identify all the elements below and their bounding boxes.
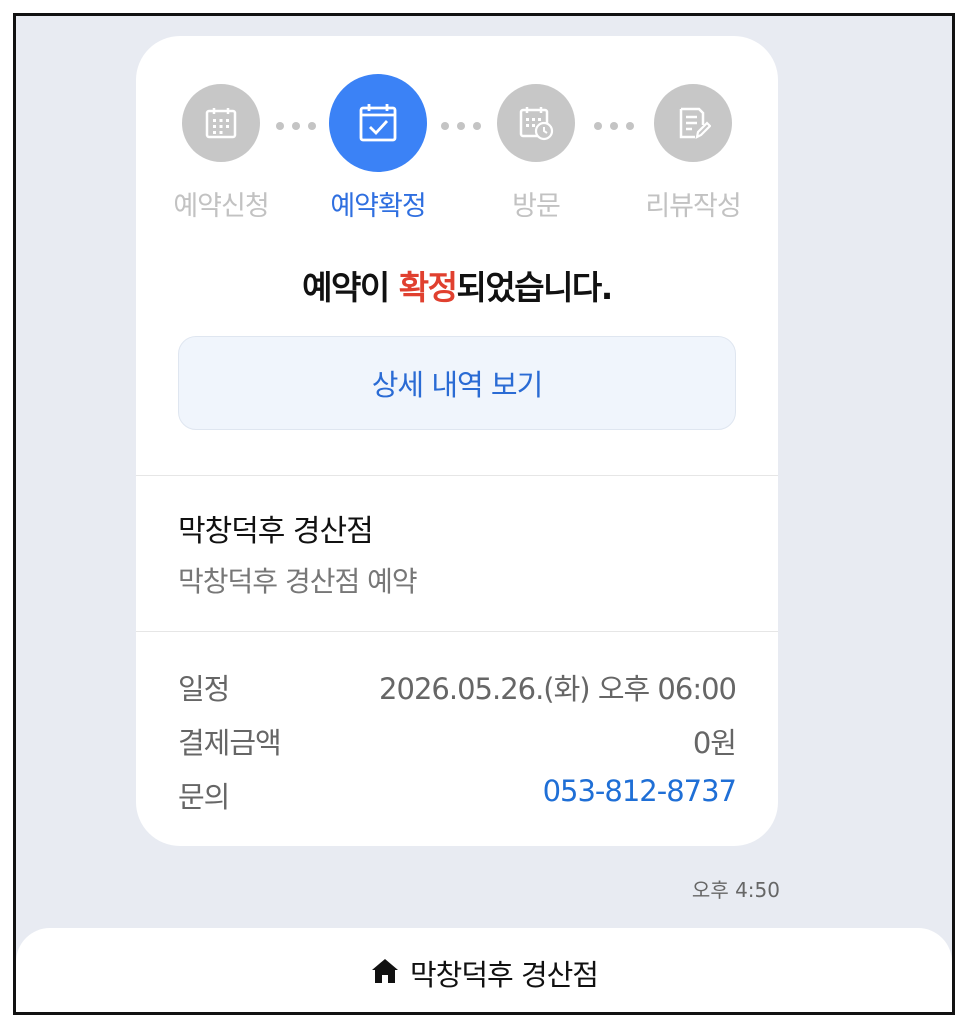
step-label: 예약확정	[330, 191, 426, 222]
view-details-button[interactable]: 상세 내역 보기	[178, 336, 736, 430]
message-timestamp: 오후 4:50	[691, 878, 780, 902]
step-write-review: 리뷰작성	[613, 84, 773, 223]
calendar-clock-icon	[497, 84, 575, 162]
home-icon	[370, 957, 400, 989]
schedule-label: 일정	[178, 672, 230, 706]
store-home-label: 막창덕후 경산점	[410, 958, 599, 992]
contact-label: 문의	[178, 780, 230, 814]
schedule-row: 일정 2026.05.26.(화) 오후 06:00	[178, 666, 737, 706]
step-label: 방문	[512, 191, 561, 222]
step-reservation-request: 예약신청	[141, 84, 301, 223]
reservation-card: 예약신청 예약확정 방문 리뷰작성 예약이 확정되었습니다. 상세 내역 보기 …	[136, 36, 778, 846]
step-reservation-confirmed: 예약확정	[298, 74, 458, 223]
confirmation-message: 예약이 확정되었습니다.	[136, 261, 778, 309]
headline-text: 예약이	[302, 268, 399, 307]
contact-row: 문의 053-812-8737	[178, 774, 737, 814]
step-visit: 방문	[456, 84, 616, 223]
edit-note-icon	[654, 84, 732, 162]
store-name: 막창덕후 경산점	[178, 514, 374, 549]
step-label: 예약신청	[173, 191, 269, 222]
contact-phone-link[interactable]: 053-812-8737	[543, 774, 737, 808]
payment-label: 결제금액	[178, 726, 282, 760]
store-subtitle: 막창덕후 경산점 예약	[178, 565, 418, 598]
headline-highlight: 확정	[398, 268, 458, 307]
divider	[136, 631, 778, 632]
chat-frame: 예약신청 예약확정 방문 리뷰작성 예약이 확정되었습니다. 상세 내역 보기 …	[13, 13, 955, 1015]
store-home-button[interactable]: 막창덕후 경산점	[16, 928, 952, 1012]
headline-text: 되었습니다.	[456, 268, 613, 307]
step-label: 리뷰작성	[645, 191, 741, 222]
calendar-grid-icon	[182, 84, 260, 162]
schedule-value: 2026.05.26.(화) 오후 06:00	[379, 672, 737, 706]
divider	[136, 475, 778, 476]
payment-row: 결제금액 0원	[178, 720, 737, 760]
payment-value: 0원	[692, 726, 737, 760]
calendar-check-icon	[329, 74, 427, 172]
progress-steps: 예약신청 예약확정 방문 리뷰작성	[136, 36, 778, 246]
